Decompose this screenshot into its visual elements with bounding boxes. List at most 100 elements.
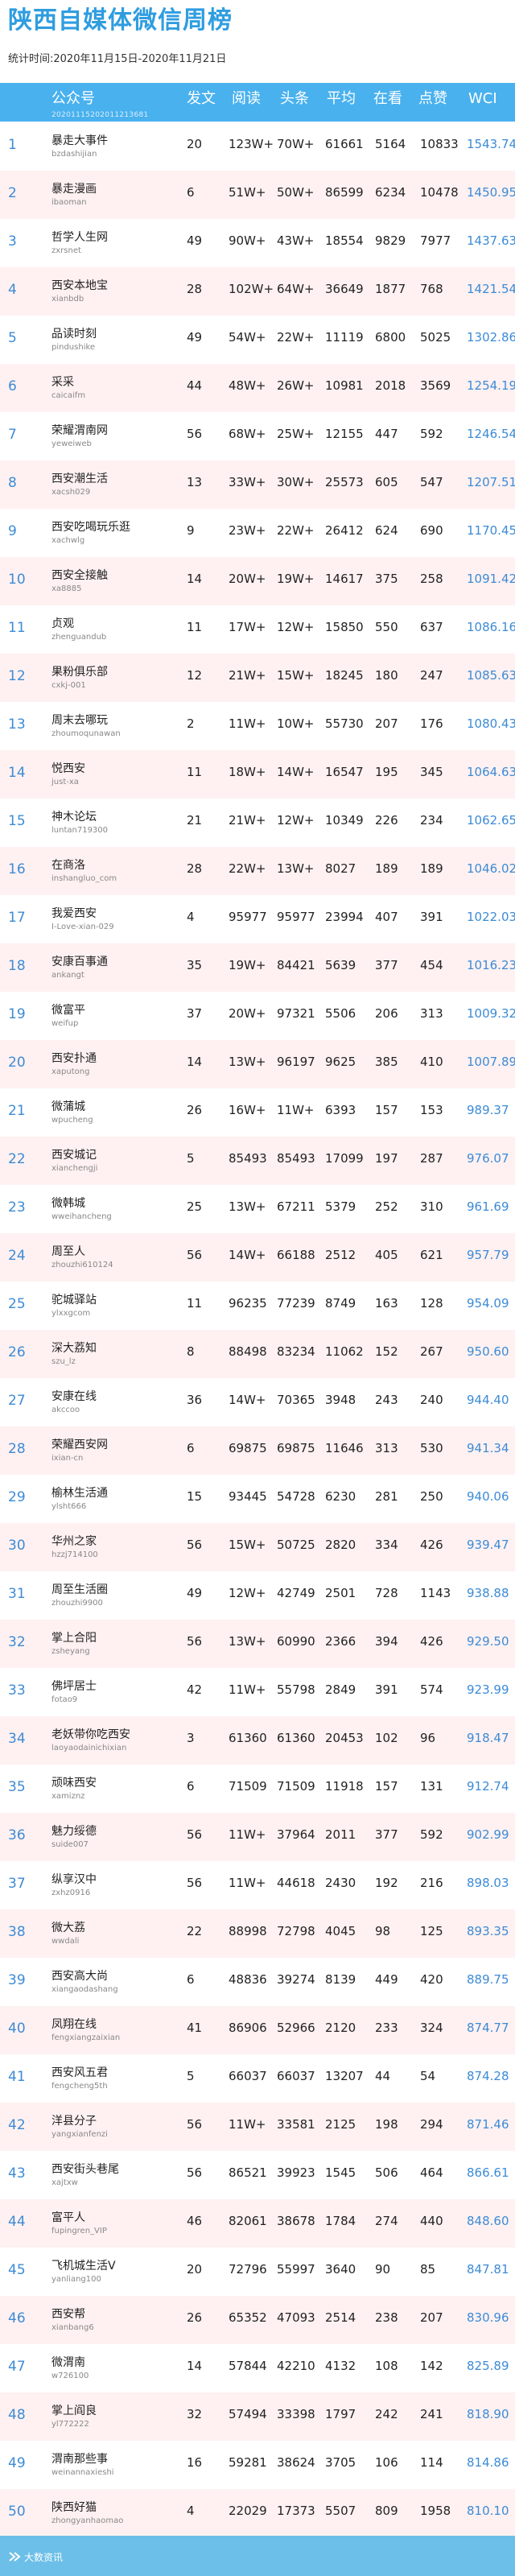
average-reads-value: 8139: [325, 1972, 356, 1987]
rank-number: 35: [8, 1779, 26, 1795]
table-row: 43 西安街头巷尾 xajtxw 56 86521 39923 1545 506 464 866.…: [0, 2151, 515, 2199]
wci-value: 874.28: [467, 2069, 509, 2083]
looking-value: 106: [375, 2455, 398, 2470]
account-name: 西安吃喝玩乐逛: [52, 521, 130, 534]
average-reads-value: 2514: [325, 2310, 356, 2325]
account-id: xiangaodashang: [52, 1985, 118, 1994]
account-name: 果粉俱乐部: [52, 666, 108, 679]
account-name: 西安本地宝: [52, 279, 108, 292]
table-row: 31 周至生活圈 zhouzhi9900 49 12W+ 42749 2501 728 1143…: [0, 1571, 515, 1620]
table-row: 41 西安风五君 fengcheng5th 5 66037 66037 13207 44 54 8…: [0, 2054, 515, 2103]
table-row: 40 凤翔在线 fengxiangzaixian 41 86906 52966 2120 23…: [0, 2006, 515, 2054]
average-reads-value: 36649: [325, 282, 364, 296]
average-reads-value: 23994: [325, 910, 364, 924]
headline-reads-value: 26W+: [277, 378, 315, 393]
wci-value: 989.37: [467, 1103, 509, 1117]
account-name: 魅力绥德: [52, 1825, 97, 1838]
table-row: 7 荣耀渭南网 yeweiweb 56 68W+ 25W+ 12155 447 592 1246.…: [0, 412, 515, 460]
posts-value: 9: [187, 523, 195, 538]
likes-value: 247: [420, 668, 443, 683]
reads-value: 17W+: [229, 620, 266, 634]
looking-value: 197: [375, 1151, 398, 1166]
account-name: 凤翔在线: [52, 2018, 97, 2031]
posts-value: 25: [187, 1199, 203, 1214]
looking-value: 226: [375, 813, 398, 828]
headline-reads-value: 42210: [277, 2359, 315, 2373]
account-name: 荣耀西安网: [52, 1439, 108, 1451]
average-reads-value: 1545: [325, 2165, 356, 2180]
table-row: 47 微渭南 w726100 14 57844 42210 4132 108 142 825.89: [0, 2344, 515, 2392]
posts-value: 5: [187, 1151, 195, 1166]
average-reads-value: 3705: [325, 2455, 356, 2470]
looking-value: 102: [375, 1731, 398, 1745]
account-id: wwdali: [52, 1937, 80, 1946]
col-reads: 阅读: [232, 90, 261, 107]
table-row: 35 顽味西安 xamiznz 6 71509 71509 11918 157 131 912.7…: [0, 1765, 515, 1813]
average-reads-value: 5639: [325, 958, 356, 972]
col-looking: 在看: [373, 90, 402, 107]
likes-value: 1143: [420, 1586, 451, 1600]
reads-value: 13W+: [229, 1055, 266, 1069]
reads-value: 11W+: [229, 2117, 266, 2132]
reads-value: 23W+: [229, 523, 266, 538]
looking-value: 313: [375, 1441, 398, 1455]
posts-value: 14: [187, 572, 203, 586]
average-reads-value: 2512: [325, 1248, 356, 1262]
headline-reads-value: 44618: [277, 1876, 315, 1890]
looking-value: 242: [375, 2407, 398, 2421]
account-name: 哲学人生网: [52, 231, 108, 244]
headline-reads-value: 67211: [277, 1199, 315, 1214]
rank-number: 18: [8, 958, 26, 974]
reads-value: 11W+: [229, 1682, 266, 1697]
account-name: 暴走大事件: [52, 134, 108, 147]
likes-value: 637: [420, 620, 443, 634]
table-row: 42 洋县分子 yangxianfenzi 56 11W+ 33581 2125 198 294…: [0, 2103, 515, 2151]
account-name: 微渭南: [52, 2356, 85, 2369]
average-reads-value: 3640: [325, 2262, 356, 2277]
wci-value: 912.74: [467, 1779, 509, 1794]
rank-number: 41: [8, 2069, 26, 2085]
posts-value: 35: [187, 958, 203, 972]
average-reads-value: 11119: [325, 330, 364, 345]
average-reads-value: 2820: [325, 1538, 356, 1552]
table-row: 11 贞观 zhenguandub 11 17W+ 12W+ 15850 550 637 1086…: [0, 605, 515, 654]
looking-value: 2018: [375, 378, 406, 393]
account-name: 西安扑通: [52, 1052, 97, 1065]
headline-reads-value: 60990: [277, 1634, 315, 1649]
likes-value: 234: [420, 813, 443, 828]
headline-reads-value: 47093: [277, 2310, 315, 2325]
wci-value: 848.60: [467, 2214, 509, 2228]
table-row: 33 佛坪居士 fotao9 42 11W+ 55798 2849 391 574 923.99: [0, 1668, 515, 1716]
headline-reads-value: 55798: [277, 1682, 315, 1697]
account-id: xacsh029: [52, 488, 91, 497]
account-id: xamiznz: [52, 1792, 85, 1801]
likes-value: 10478: [420, 185, 459, 200]
likes-value: 3569: [420, 378, 451, 393]
reads-value: 12W+: [229, 1586, 266, 1600]
reads-value: 95977: [229, 910, 267, 924]
likes-value: 621: [420, 1248, 443, 1262]
looking-value: 243: [375, 1393, 398, 1407]
average-reads-value: 5506: [325, 1006, 356, 1021]
likes-value: 310: [420, 1199, 443, 1214]
rank-number: 47: [8, 2359, 26, 2375]
wci-value: 1086.16: [467, 620, 515, 634]
reads-value: 88498: [229, 1344, 267, 1359]
looking-value: 206: [375, 1006, 398, 1021]
average-reads-value: 55730: [325, 716, 364, 731]
posts-value: 56: [187, 1876, 203, 1890]
account-id: laoyaodainichixian: [52, 1744, 127, 1752]
table-row: 45 飞机城生活V yanliang100 20 72796 55997 3640 90 85 8…: [0, 2248, 515, 2296]
wci-value: 1421.54: [467, 282, 515, 296]
wci-value: 1170.45: [467, 523, 515, 538]
posts-value: 12: [187, 668, 203, 683]
headline-reads-value: 11W+: [277, 1103, 315, 1117]
rank-number: 28: [8, 1441, 26, 1457]
looking-value: 98: [375, 1924, 391, 1938]
average-reads-value: 11062: [325, 1344, 364, 1359]
headline-reads-value: 52966: [277, 2021, 315, 2035]
looking-value: 449: [375, 1972, 398, 1987]
reads-value: 11W+: [229, 1876, 266, 1890]
table-row: 44 富平人 fupingren_VIP 46 82061 38678 1784 274 440…: [0, 2199, 515, 2248]
posts-value: 3: [187, 1731, 195, 1745]
